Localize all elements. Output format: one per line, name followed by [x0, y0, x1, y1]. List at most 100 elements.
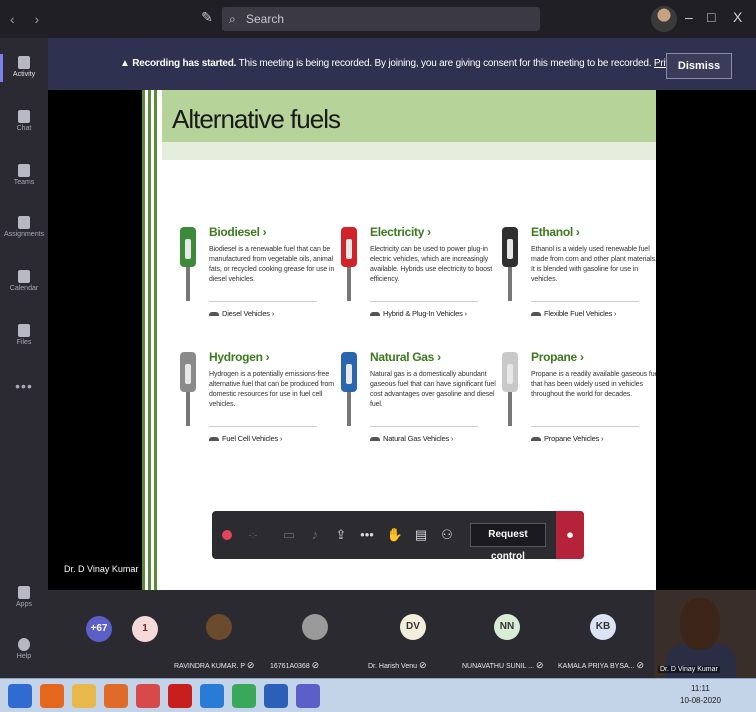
assignments-icon — [18, 216, 30, 229]
car-icon — [209, 437, 219, 442]
participant-name-text: KAMALA PRIYA BYSA... — [558, 663, 635, 670]
fuel-title-link[interactable]: Ethanol › — [531, 225, 580, 239]
share-screen-icon[interactable]: ⇪ — [328, 511, 354, 559]
dismiss-button[interactable]: Dismiss — [666, 53, 732, 79]
self-camera-tile[interactable]: Dr. D Vinay Kumar — [654, 590, 756, 678]
rail-item-activity[interactable]: Activity — [0, 54, 48, 82]
banner-bold-text: Recording has started. — [132, 58, 237, 69]
participant-tile[interactable]: NN NUNAVATHU SUNIL ... ⊘ — [458, 590, 554, 678]
divider — [531, 301, 639, 302]
fuel-nozzle-icon — [180, 352, 196, 426]
car-icon — [531, 437, 541, 442]
vehicles-link-label: Hybrid & Plug-In Vehicles › — [383, 309, 467, 318]
presenter-name: Dr. D Vinay Kumar — [64, 564, 139, 574]
bell-icon — [18, 56, 30, 69]
recording-indicator-icon — [222, 530, 232, 540]
participant-name-text: NUNAVATHU SUNIL ... — [462, 663, 535, 670]
participant-tile[interactable]: KB KAMALA PRIYA BYSA... ⊘ — [554, 590, 650, 678]
fuel-title-link[interactable]: Natural Gas › — [370, 350, 441, 364]
back-forward-arrows[interactable]: ‹ › — [10, 11, 47, 27]
participant-name-text: RAVINDRA KUMAR. P — [174, 663, 245, 670]
fuel-description: Propane is a readily available gaseous f… — [531, 371, 656, 398]
app-rail: Activity Chat Teams Assignments Calendar… — [0, 38, 48, 678]
participant-name-text: Dr. Harish Venu — [368, 663, 418, 670]
rail-label: Files — [16, 339, 32, 346]
close-button[interactable]: X — [733, 9, 742, 25]
request-control-button[interactable]: Request control — [470, 523, 546, 562]
profile-avatar[interactable] — [651, 6, 677, 32]
car-icon — [531, 312, 541, 317]
divider — [209, 301, 317, 302]
minimize-button[interactable]: – — [685, 9, 693, 25]
camera-face — [680, 598, 720, 650]
search-input[interactable]: ⌕ Search — [222, 7, 540, 31]
overflow-participants-badge[interactable]: +67 — [86, 616, 112, 642]
file-explorer-icon[interactable] — [72, 684, 96, 708]
divider — [370, 426, 478, 427]
participant-tile[interactable]: DV Dr. Harish Venu ⊘ — [364, 590, 460, 678]
apps-icon — [18, 586, 30, 599]
camera-off-icon[interactable]: ▭ — [276, 511, 302, 559]
call-timer: -:- — [248, 530, 258, 540]
fuel-title-link[interactable]: Biodiesel › — [209, 225, 267, 239]
participant-tile[interactable]: RAVINDRA KUMAR. P ⊘ — [170, 590, 266, 678]
car-icon — [370, 312, 380, 317]
vehicles-link[interactable]: Flexible Fuel Vehicles › — [531, 309, 617, 318]
search-icon: ⌕ — [229, 12, 236, 26]
fuel-title-link[interactable]: Propane › — [531, 350, 584, 364]
rail-label: Apps — [16, 601, 32, 608]
maximize-button[interactable]: □ — [707, 9, 715, 25]
participant-name: Dr. Harish Venu ⊘ — [368, 660, 460, 671]
vehicles-link[interactable]: Propane Vehicles › — [531, 434, 604, 443]
rail-item-teams[interactable]: Teams — [0, 164, 48, 186]
car-icon — [209, 312, 219, 317]
rail-label: Activity — [12, 71, 36, 78]
participant-name: KAMALA PRIYA BYSA... ⊘ — [558, 660, 650, 671]
divider — [531, 426, 639, 427]
vehicles-link-label: Propane Vehicles › — [544, 434, 604, 443]
vehicles-link[interactable]: Diesel Vehicles › — [209, 309, 274, 318]
acrobat-icon[interactable] — [168, 684, 192, 708]
internet-explorer-icon[interactable] — [200, 684, 224, 708]
mic-off-icon[interactable]: ♪ — [302, 511, 328, 559]
avatar: DV — [400, 614, 426, 640]
fuel-title-link[interactable]: Electricity › — [370, 225, 431, 239]
fuel-nozzle-icon — [502, 352, 518, 426]
vehicles-link[interactable]: Fuel Cell Vehicles › — [209, 434, 282, 443]
hang-up-button[interactable]: ⏺ — [556, 511, 584, 559]
chat-panel-icon[interactable]: ▤ — [408, 511, 434, 559]
rail-item-apps[interactable]: Apps — [0, 586, 48, 608]
rail-item-files[interactable]: Files — [0, 324, 48, 346]
raise-hand-icon[interactable]: ✋ — [382, 511, 408, 559]
media-player-icon[interactable] — [104, 684, 128, 708]
more-actions-icon[interactable]: ••• — [354, 511, 380, 559]
clock-date: 10-08-2020 — [680, 696, 721, 705]
participant-name: RAVINDRA KUMAR. P ⊘ — [174, 660, 266, 671]
teams-icon[interactable] — [296, 684, 320, 708]
rail-item-help[interactable]: Help — [0, 638, 48, 660]
vehicles-link[interactable]: Natural Gas Vehicles › — [370, 434, 453, 443]
fuel-title-link[interactable]: Hydrogen › — [209, 350, 270, 364]
rail-item-calendar[interactable]: Calendar — [0, 270, 48, 292]
fuel-nozzle-icon — [341, 227, 357, 301]
vehicles-link[interactable]: Hybrid & Plug-In Vehicles › — [370, 309, 467, 318]
rail-item-chat[interactable]: Chat — [0, 110, 48, 132]
paint-icon[interactable] — [136, 684, 160, 708]
firefox-icon[interactable] — [40, 684, 64, 708]
chrome-icon[interactable] — [232, 684, 256, 708]
fuel-description: Hydrogen is a potentially emissions-free… — [209, 371, 334, 408]
slide-decor-bars — [142, 90, 164, 590]
compose-icon[interactable]: ✎ — [198, 9, 216, 27]
participant-count-badge[interactable]: 1 — [132, 616, 158, 642]
system-clock[interactable]: 11:11 10-08-2020 — [680, 683, 721, 707]
rail-item-assignments[interactable]: Assignments — [0, 216, 48, 238]
participant-tile[interactable]: 16761A0368 ⊘ — [266, 590, 362, 678]
participants-icon[interactable]: ⚇ — [434, 511, 460, 559]
windows-start-icon[interactable] — [8, 684, 32, 708]
more-apps-icon[interactable]: ••• — [0, 378, 48, 394]
participant-name-text: 16761A0368 — [270, 663, 310, 670]
word-icon[interactable] — [264, 684, 288, 708]
meeting-controls: -:- ▭ ♪ ⇪ ••• ✋ ▤ ⚇ Request control ⏺ — [212, 511, 584, 562]
help-icon — [18, 638, 30, 651]
mic-off-icon: ⊘ — [536, 660, 544, 670]
